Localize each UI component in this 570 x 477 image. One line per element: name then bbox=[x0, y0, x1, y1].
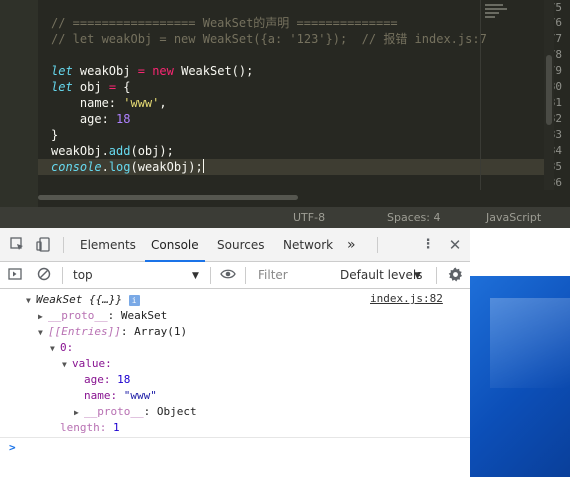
line-number-gutter bbox=[0, 0, 38, 207]
toolbar-divider bbox=[377, 237, 378, 253]
filter-input[interactable]: Filter bbox=[258, 267, 288, 283]
toolbar-divider bbox=[436, 267, 437, 284]
log-entry-weakset[interactable]: ▼ WeakSet {{…}} i bbox=[26, 292, 140, 308]
language-mode-indicator[interactable]: JavaScript bbox=[486, 211, 541, 224]
inspect-element-icon[interactable] bbox=[9, 237, 25, 253]
devtools-toolbar: Elements Console Sources Network » ⋮ ✕ bbox=[0, 228, 470, 262]
text-caret bbox=[202, 159, 204, 173]
source-link[interactable]: index.js:82 bbox=[370, 292, 443, 305]
code-line-comment-header: // ================= WeakSet的声明 ========… bbox=[51, 16, 398, 30]
expand-arrow-icon[interactable]: ▶ bbox=[38, 309, 48, 325]
toolbar-divider bbox=[62, 267, 63, 284]
toolbar-divider bbox=[210, 267, 211, 284]
toolbar-divider bbox=[63, 237, 64, 253]
expand-arrow-icon[interactable]: ▼ bbox=[38, 325, 48, 341]
expand-arrow-icon[interactable]: ▼ bbox=[50, 341, 60, 357]
expand-arrow-icon[interactable]: ▼ bbox=[26, 293, 36, 309]
vertical-scrollbar-thumb[interactable] bbox=[546, 55, 552, 125]
code-line-close-brace: } bbox=[51, 128, 59, 142]
console-input-row[interactable]: > bbox=[0, 437, 470, 457]
tab-elements[interactable]: Elements bbox=[80, 228, 136, 262]
tree-node-index[interactable]: ▼ 0: bbox=[50, 340, 73, 356]
chevron-down-icon[interactable]: ▼ bbox=[192, 268, 199, 284]
context-selector[interactable]: top bbox=[73, 267, 93, 283]
devtools-panel: Elements Console Sources Network » ⋮ ✕ t… bbox=[0, 228, 470, 477]
code-line-comment-example: // let weakObj = new WeakSet({a: '123'})… bbox=[51, 32, 487, 46]
tree-node-entries[interactable]: ▼ [[Entries]]: Array(1) bbox=[38, 324, 187, 340]
tree-node-name: name: "www" bbox=[84, 389, 157, 402]
tab-console[interactable]: Console bbox=[145, 228, 205, 262]
code-line-obj-decl: let obj = { bbox=[51, 80, 131, 94]
code-line-add: weakObj.add(obj); bbox=[51, 144, 174, 158]
horizontal-scrollbar[interactable] bbox=[38, 194, 544, 202]
tree-node-value[interactable]: ▼ value: bbox=[62, 356, 112, 372]
encoding-indicator[interactable]: UTF-8 bbox=[293, 211, 325, 224]
tree-node-age: age: 18 bbox=[84, 373, 131, 386]
minimap[interactable] bbox=[480, 0, 542, 190]
eye-icon[interactable] bbox=[220, 267, 236, 283]
desktop-background bbox=[470, 228, 570, 477]
tree-node-proto-object[interactable]: ▶ __proto__: Object bbox=[74, 404, 197, 420]
info-icon[interactable]: i bbox=[128, 295, 140, 306]
tree-node-proto[interactable]: ▶ __proto__: WeakSet bbox=[38, 308, 167, 324]
device-toolbar-icon[interactable] bbox=[35, 237, 51, 253]
log-levels-dropdown[interactable]: Default levels bbox=[340, 267, 422, 283]
tab-sources[interactable]: Sources bbox=[217, 228, 264, 262]
console-prompt: > bbox=[9, 441, 16, 454]
code-line-name-prop: name: 'www', bbox=[51, 96, 167, 110]
code-editor[interactable]: 75 76 77 78 79 80 81 82 83 84 85 86 // =… bbox=[0, 0, 570, 207]
gear-icon[interactable] bbox=[447, 267, 463, 283]
tree-node-length: length: 1 bbox=[60, 421, 120, 434]
code-line-age-prop: age: 18 bbox=[51, 112, 131, 126]
vertical-scrollbar[interactable] bbox=[544, 0, 554, 190]
editor-status-bar: UTF-8 Spaces: 4 JavaScript bbox=[0, 207, 570, 228]
close-icon[interactable]: ✕ bbox=[447, 237, 463, 253]
console-output[interactable]: index.js:82 ▼ WeakSet {{…}} i ▶ __proto__:… bbox=[0, 289, 470, 477]
indentation-indicator[interactable]: Spaces: 4 bbox=[387, 211, 440, 224]
kebab-menu-icon[interactable]: ⋮ bbox=[420, 237, 436, 253]
code-line-weakset-decl: let weakObj = new WeakSet(); bbox=[51, 64, 254, 78]
sidebar-toggle-icon[interactable] bbox=[7, 267, 23, 283]
more-tabs-button[interactable]: » bbox=[347, 228, 356, 262]
console-filter-bar: top ▼ Filter Default levels ▼ bbox=[0, 262, 470, 289]
clear-console-icon[interactable] bbox=[36, 267, 52, 283]
horizontal-scrollbar-thumb[interactable] bbox=[38, 195, 298, 200]
expand-arrow-icon[interactable]: ▶ bbox=[74, 405, 84, 421]
chevron-down-icon[interactable]: ▼ bbox=[414, 268, 421, 284]
expand-arrow-icon[interactable]: ▼ bbox=[62, 357, 72, 373]
tab-network[interactable]: Network bbox=[283, 228, 333, 262]
code-line-console-log: console.log(weakObj); bbox=[51, 159, 204, 174]
toolbar-divider bbox=[245, 267, 246, 284]
